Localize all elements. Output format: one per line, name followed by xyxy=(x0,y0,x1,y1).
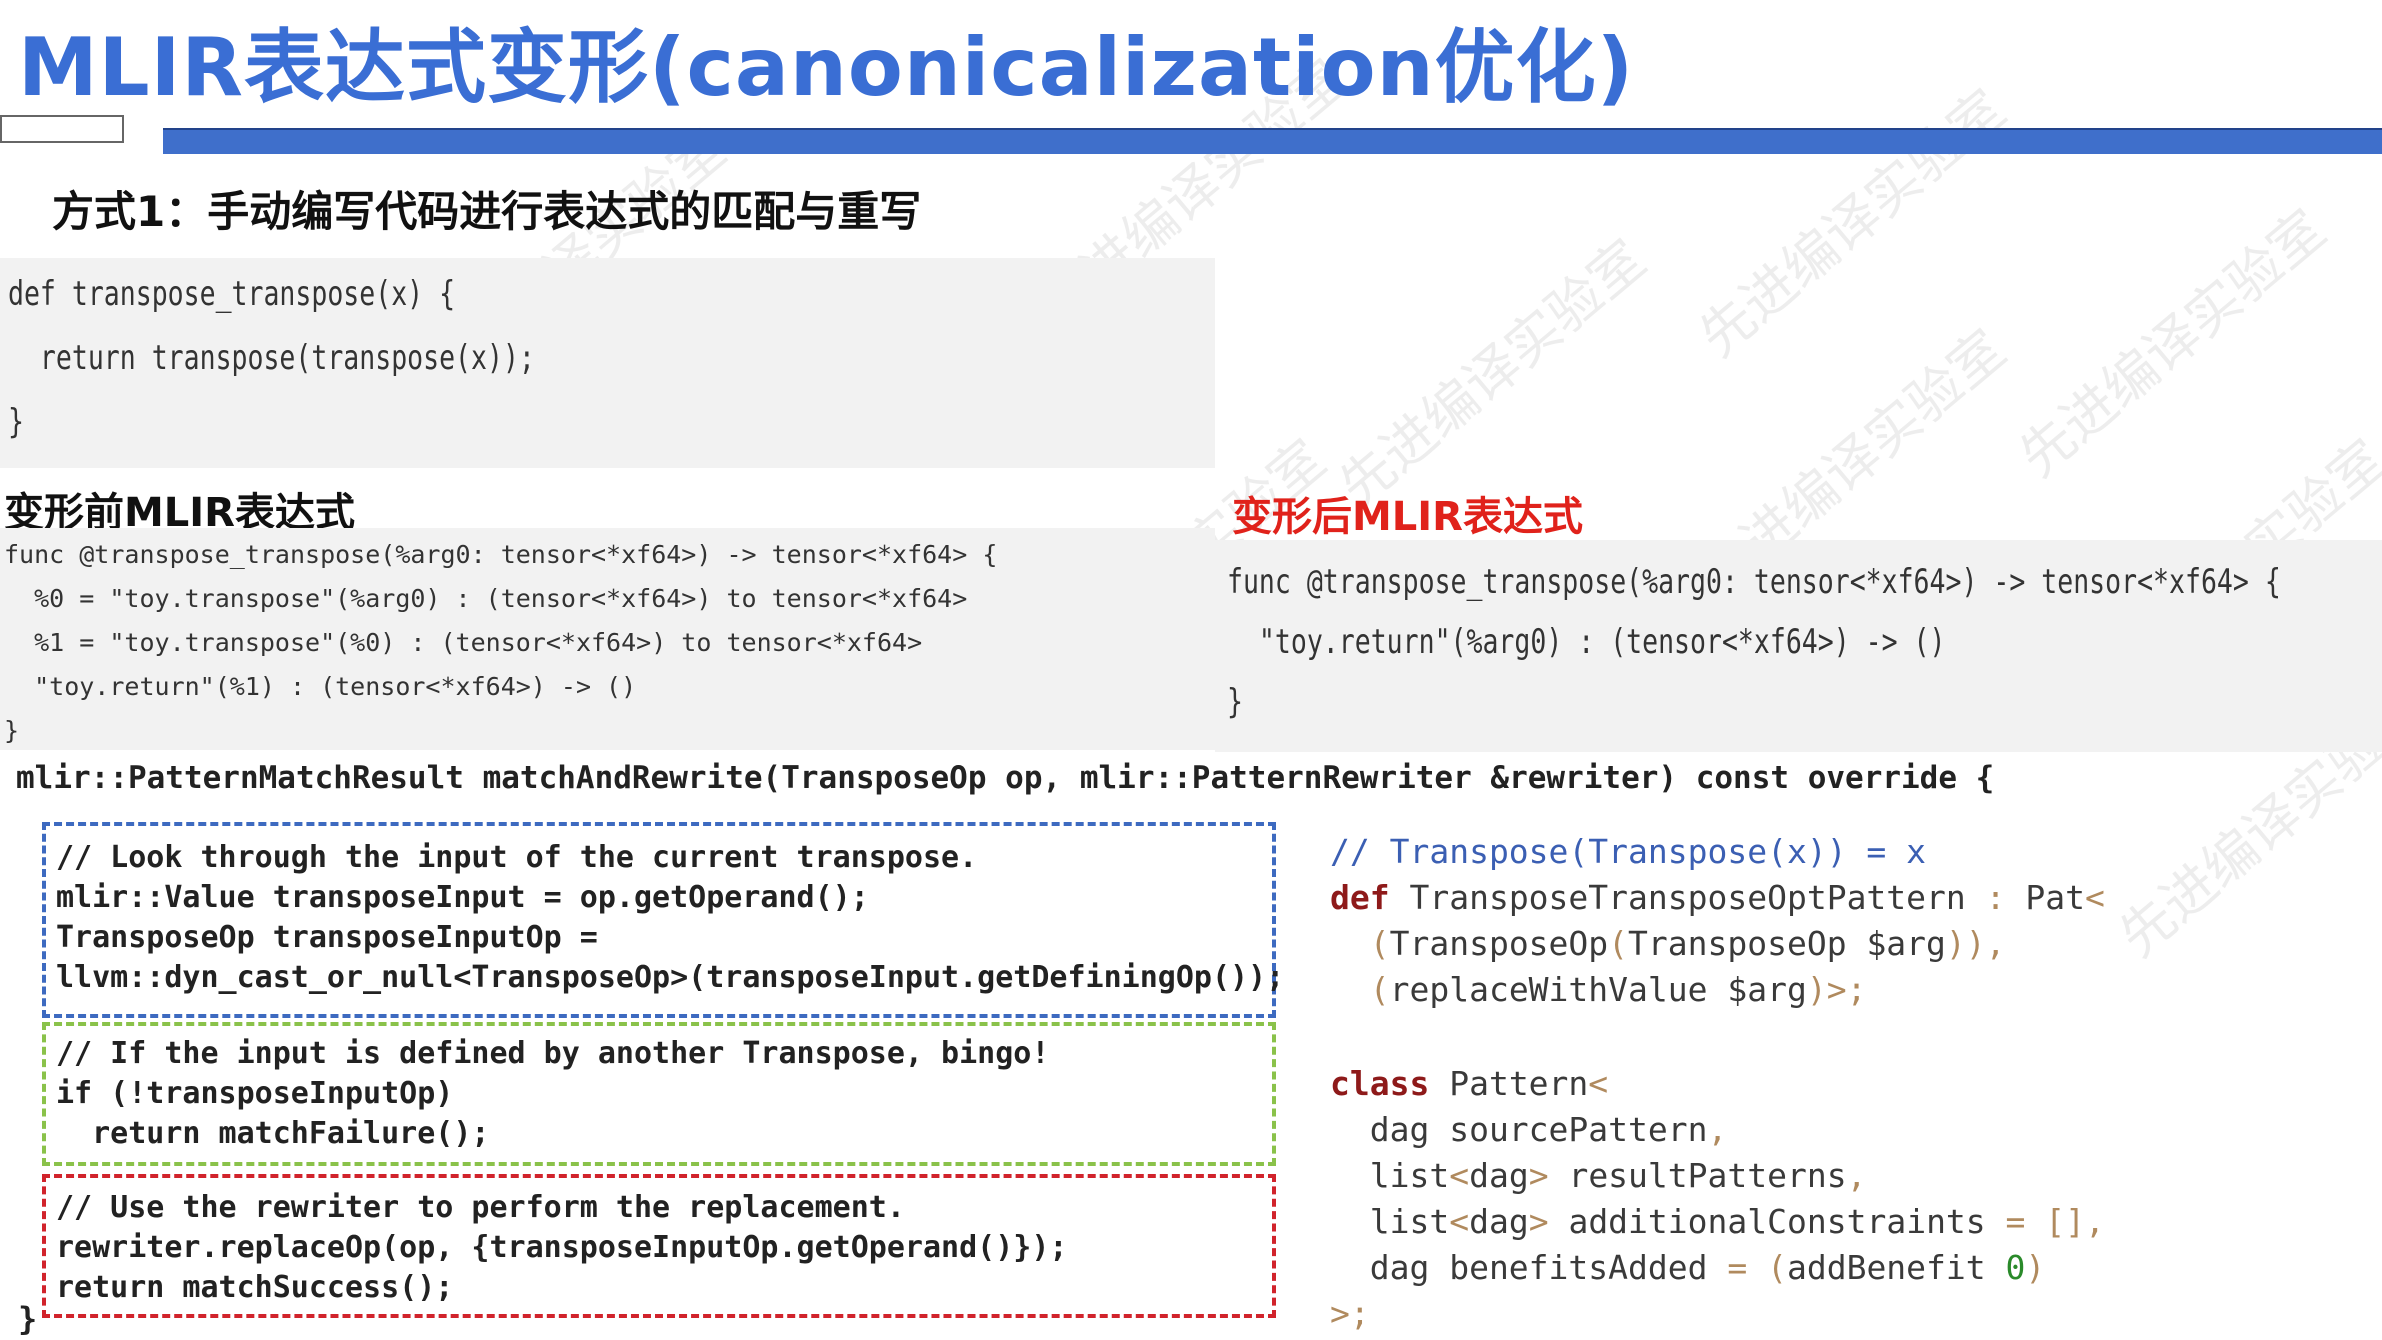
watermark: 先进编译实验室 xyxy=(2007,197,2338,489)
cpp-line: // If the input is defined by another Tr… xyxy=(56,1036,1050,1071)
token: dag xyxy=(1469,1202,1529,1241)
cpp-line: // Use the rewriter to perform the repla… xyxy=(56,1190,905,1225)
token: : xyxy=(1985,878,2006,917)
keyword: class xyxy=(1330,1064,1430,1103)
cpp-line: return matchFailure(); xyxy=(56,1116,490,1151)
token: Pat xyxy=(2005,878,2085,917)
token: ) xyxy=(2025,1248,2046,1287)
token: )>; xyxy=(1806,970,1867,1009)
token: list xyxy=(1330,1202,1450,1241)
token: < xyxy=(2085,878,2105,917)
tablegen-line: def TransposeTransposeOptPattern : Pat< xyxy=(1330,878,2105,917)
tablegen-line: (TransposeOp(TransposeOp $arg)), xyxy=(1330,924,2006,963)
source-code-line: def transpose_transpose(x) { xyxy=(8,274,456,314)
token: > xyxy=(1528,1156,1549,1195)
cpp-line: TransposeOp transposeInputOp = xyxy=(56,920,598,955)
lookup-code-box: // Look through the input of the current… xyxy=(42,822,1284,1018)
token: < xyxy=(1449,1156,1470,1195)
token: addBenefit xyxy=(1786,1248,2006,1287)
cpp-line: if (!transposeInputOp) xyxy=(56,1076,454,1111)
cpp-closing-brace: } xyxy=(18,1300,38,1338)
tablegen-line: list<dag> resultPatterns, xyxy=(1330,1156,1867,1195)
token: dag sourcePattern xyxy=(1330,1110,1708,1149)
token: resultPatterns xyxy=(1548,1156,1847,1195)
cpp-line: return matchSuccess(); xyxy=(56,1270,454,1305)
title-underline-bar xyxy=(163,128,2382,154)
token: , xyxy=(1707,1110,1728,1149)
match-check-code-box: // If the input is defined by another Tr… xyxy=(42,1022,1276,1166)
token: , xyxy=(1846,1156,1867,1195)
source-code-panel: def transpose_transpose(x) { return tran… xyxy=(0,258,1215,468)
token: < xyxy=(1449,1202,1470,1241)
token: replaceWithValue $arg xyxy=(1389,970,1807,1009)
token: ( xyxy=(1608,924,1629,963)
token: TransposeOp $arg xyxy=(1628,924,1946,963)
token: ( xyxy=(1330,970,1390,1009)
mlir-line: func @transpose_transpose(%arg0: tensor<… xyxy=(4,540,998,569)
mlir-line: } xyxy=(4,716,20,745)
tablegen-comment: // Transpose(Transpose(x)) = x xyxy=(1330,832,1927,871)
cpp-line: // Look through the input of the current… xyxy=(56,840,978,875)
mlir-line: %1 = "toy.transpose"(%0) : (tensor<*xf64… xyxy=(4,628,923,657)
keyword: def xyxy=(1330,878,1390,917)
mlir-line: func @transpose_transpose(%arg0: tensor<… xyxy=(1227,562,2281,602)
token: dag benefitsAdded xyxy=(1330,1248,1728,1287)
source-code-line: return transpose(transpose(x)); xyxy=(8,338,535,378)
tablegen-line: dag benefitsAdded = (addBenefit 0) xyxy=(1330,1248,2046,1287)
token: TransposeTransposeOptPattern xyxy=(1389,878,1986,917)
source-code-line: } xyxy=(8,402,24,442)
token: list xyxy=(1330,1156,1450,1195)
tablegen-code-panel: // Transpose(Transpose(x)) = x def Trans… xyxy=(1330,826,2210,1336)
token: = [], xyxy=(2005,1202,2105,1241)
tablegen-line: class Pattern< xyxy=(1330,1064,1608,1103)
token: > xyxy=(1528,1202,1549,1241)
cpp-function-signature: mlir::PatternMatchResult matchAndRewrite… xyxy=(16,760,1995,796)
cpp-line: rewriter.replaceOp(op, {transposeInputOp… xyxy=(56,1230,1068,1265)
tablegen-line: dag sourcePattern, xyxy=(1330,1110,1728,1149)
tablegen-line: >; xyxy=(1330,1294,1370,1333)
method-heading: 方式1：手动编写代码进行表达式的匹配与重写 xyxy=(52,187,922,236)
token: < xyxy=(1588,1064,1609,1103)
rewrite-code-box: // Use the rewriter to perform the repla… xyxy=(42,1174,1276,1318)
tablegen-line: (replaceWithValue $arg)>; xyxy=(1330,970,1867,1009)
mlir-line: %0 = "toy.transpose"(%arg0) : (tensor<*x… xyxy=(4,584,968,613)
slide-title: MLIR表达式变形(canonicalization优化) xyxy=(18,21,1635,114)
mlir-line: "toy.return"(%arg0) : (tensor<*xf64>) ->… xyxy=(1227,622,1946,662)
token: TransposeOp xyxy=(1389,924,1609,963)
token: Pattern xyxy=(1429,1064,1589,1103)
watermark: 先进编译实验室 xyxy=(1687,77,2018,369)
watermark: 先进编译实验室 xyxy=(1327,227,1658,519)
cpp-line: mlir::Value transposeInput = op.getOpera… xyxy=(56,880,869,915)
token: )), xyxy=(1945,924,2006,963)
token: ( xyxy=(1330,924,1390,963)
token: 0 xyxy=(2005,1248,2026,1287)
before-mlir-panel: func @transpose_transpose(%arg0: tensor<… xyxy=(0,528,1215,750)
token: additionalConstraints xyxy=(1548,1202,2006,1241)
after-mlir-panel: func @transpose_transpose(%arg0: tensor<… xyxy=(1215,540,2382,752)
cpp-line: llvm::dyn_cast_or_null<TransposeOp>(tran… xyxy=(56,960,1285,995)
token: dag xyxy=(1469,1156,1529,1195)
title-decoration-box xyxy=(0,115,124,143)
mlir-line: } xyxy=(1227,682,1243,722)
after-heading: 变形后MLIR表达式 xyxy=(1232,494,1583,540)
tablegen-line: list<dag> additionalConstraints = [], xyxy=(1330,1202,2105,1241)
token: = ( xyxy=(1727,1248,1787,1287)
mlir-line: "toy.return"(%1) : (tensor<*xf64>) -> () xyxy=(4,672,637,701)
